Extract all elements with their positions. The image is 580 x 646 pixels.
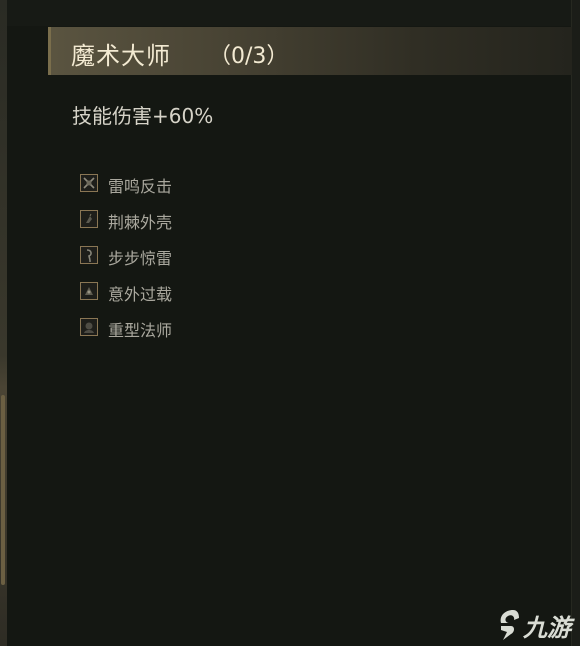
- watermark-text: 九游: [523, 614, 571, 642]
- thorn-shell-icon: [80, 210, 98, 228]
- watermark: 九游: [495, 606, 577, 642]
- right-border: [571, 0, 580, 646]
- top-divider: [7, 0, 572, 26]
- talent-header: 魔术大师 （0/3）: [48, 27, 572, 75]
- step-thunder-icon: [80, 246, 98, 264]
- skill-label: 荆棘外壳: [108, 213, 173, 232]
- scrollbar-thumb[interactable]: [1, 395, 5, 585]
- jiuyou-logo-icon: [500, 610, 519, 640]
- skill-label: 重型法师: [108, 321, 173, 340]
- heavy-mage-icon: [80, 318, 98, 336]
- skill-label: 雷鸣反击: [108, 177, 173, 196]
- thunder-counter-icon: [80, 174, 98, 192]
- talent-count: （0/3）: [209, 44, 289, 69]
- skill-label: 步步惊雷: [108, 249, 173, 268]
- left-scroll-track[interactable]: [0, 0, 7, 646]
- talent-bonus: 技能伤害+60%: [72, 104, 214, 128]
- skill-label: 意外过载: [108, 285, 173, 304]
- overload-icon: [80, 282, 98, 300]
- talent-title: 魔术大师: [71, 42, 171, 70]
